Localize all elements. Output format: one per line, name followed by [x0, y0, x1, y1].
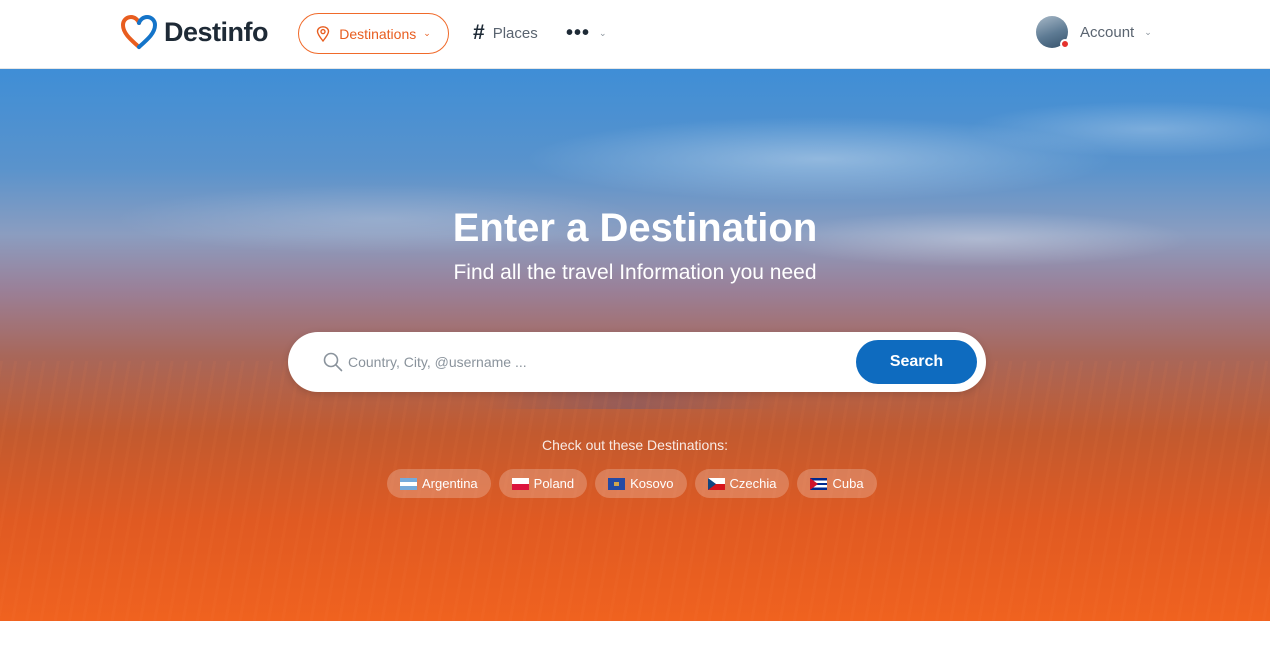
destination-chip-label: Cuba	[832, 476, 864, 491]
cuba-flag-icon	[810, 477, 828, 490]
destination-chips: Argentina Poland Kosovo Czechia Cuba	[387, 469, 877, 498]
avatar	[1036, 16, 1070, 49]
nav-places-label: Places	[492, 24, 538, 42]
more-dots-icon: •••	[566, 21, 591, 44]
nav-destinations-label: Destinations	[339, 25, 417, 42]
destination-chip-cuba[interactable]: Cuba	[797, 469, 877, 498]
hash-icon: #	[473, 21, 485, 44]
map-pin-icon	[317, 25, 330, 42]
nav-destinations-button[interactable]: Destinations ⌄	[298, 13, 449, 54]
chevron-down-icon: ⌄	[599, 27, 607, 38]
destination-chip-kosovo[interactable]: Kosovo	[595, 469, 687, 498]
search-icon	[323, 352, 343, 372]
brand-name: Destinfo	[164, 16, 269, 47]
nav-places-link[interactable]: # Places	[473, 20, 538, 46]
search-button[interactable]: Search	[856, 340, 977, 384]
chevron-down-icon: ⌄	[423, 28, 431, 38]
hero-subtitle: Find all the travel Information you need	[453, 261, 817, 284]
account-menu[interactable]: Account ⌄	[1036, 16, 1152, 49]
destination-chip-label: Argentina	[422, 476, 478, 491]
notification-dot	[1060, 39, 1070, 49]
destination-chip-label: Czechia	[729, 476, 777, 491]
destination-chip-czechia[interactable]: Czechia	[694, 469, 790, 498]
destination-chip-label: Poland	[533, 476, 575, 491]
hero-section: Enter a Destination Find all the travel …	[0, 69, 1270, 621]
kosovo-flag-icon	[608, 477, 626, 490]
argentina-flag-icon	[400, 477, 417, 490]
destination-chip-poland[interactable]: Poland	[498, 469, 588, 498]
destination-chip-label: Kosovo	[630, 476, 674, 491]
nav-more-menu[interactable]: ••• ⌄	[566, 20, 607, 46]
top-navbar: Destinfo Destinations ⌄ # Places ••• ⌄ A…	[0, 0, 1270, 69]
search-input[interactable]	[348, 346, 848, 378]
destination-chip-argentina[interactable]: Argentina	[387, 469, 491, 498]
poland-flag-icon	[511, 477, 529, 490]
hero-title: Enter a Destination	[452, 206, 818, 250]
suggestions-label: Check out these Destinations:	[542, 437, 728, 453]
brand-logo[interactable]: Destinfo	[120, 14, 269, 50]
search-bar: Search	[288, 332, 986, 392]
czechia-flag-icon	[707, 477, 725, 490]
logo-heart-pin-icon	[120, 14, 158, 49]
account-label: Account	[1080, 23, 1135, 41]
chevron-down-icon: ⌄	[1144, 26, 1152, 37]
